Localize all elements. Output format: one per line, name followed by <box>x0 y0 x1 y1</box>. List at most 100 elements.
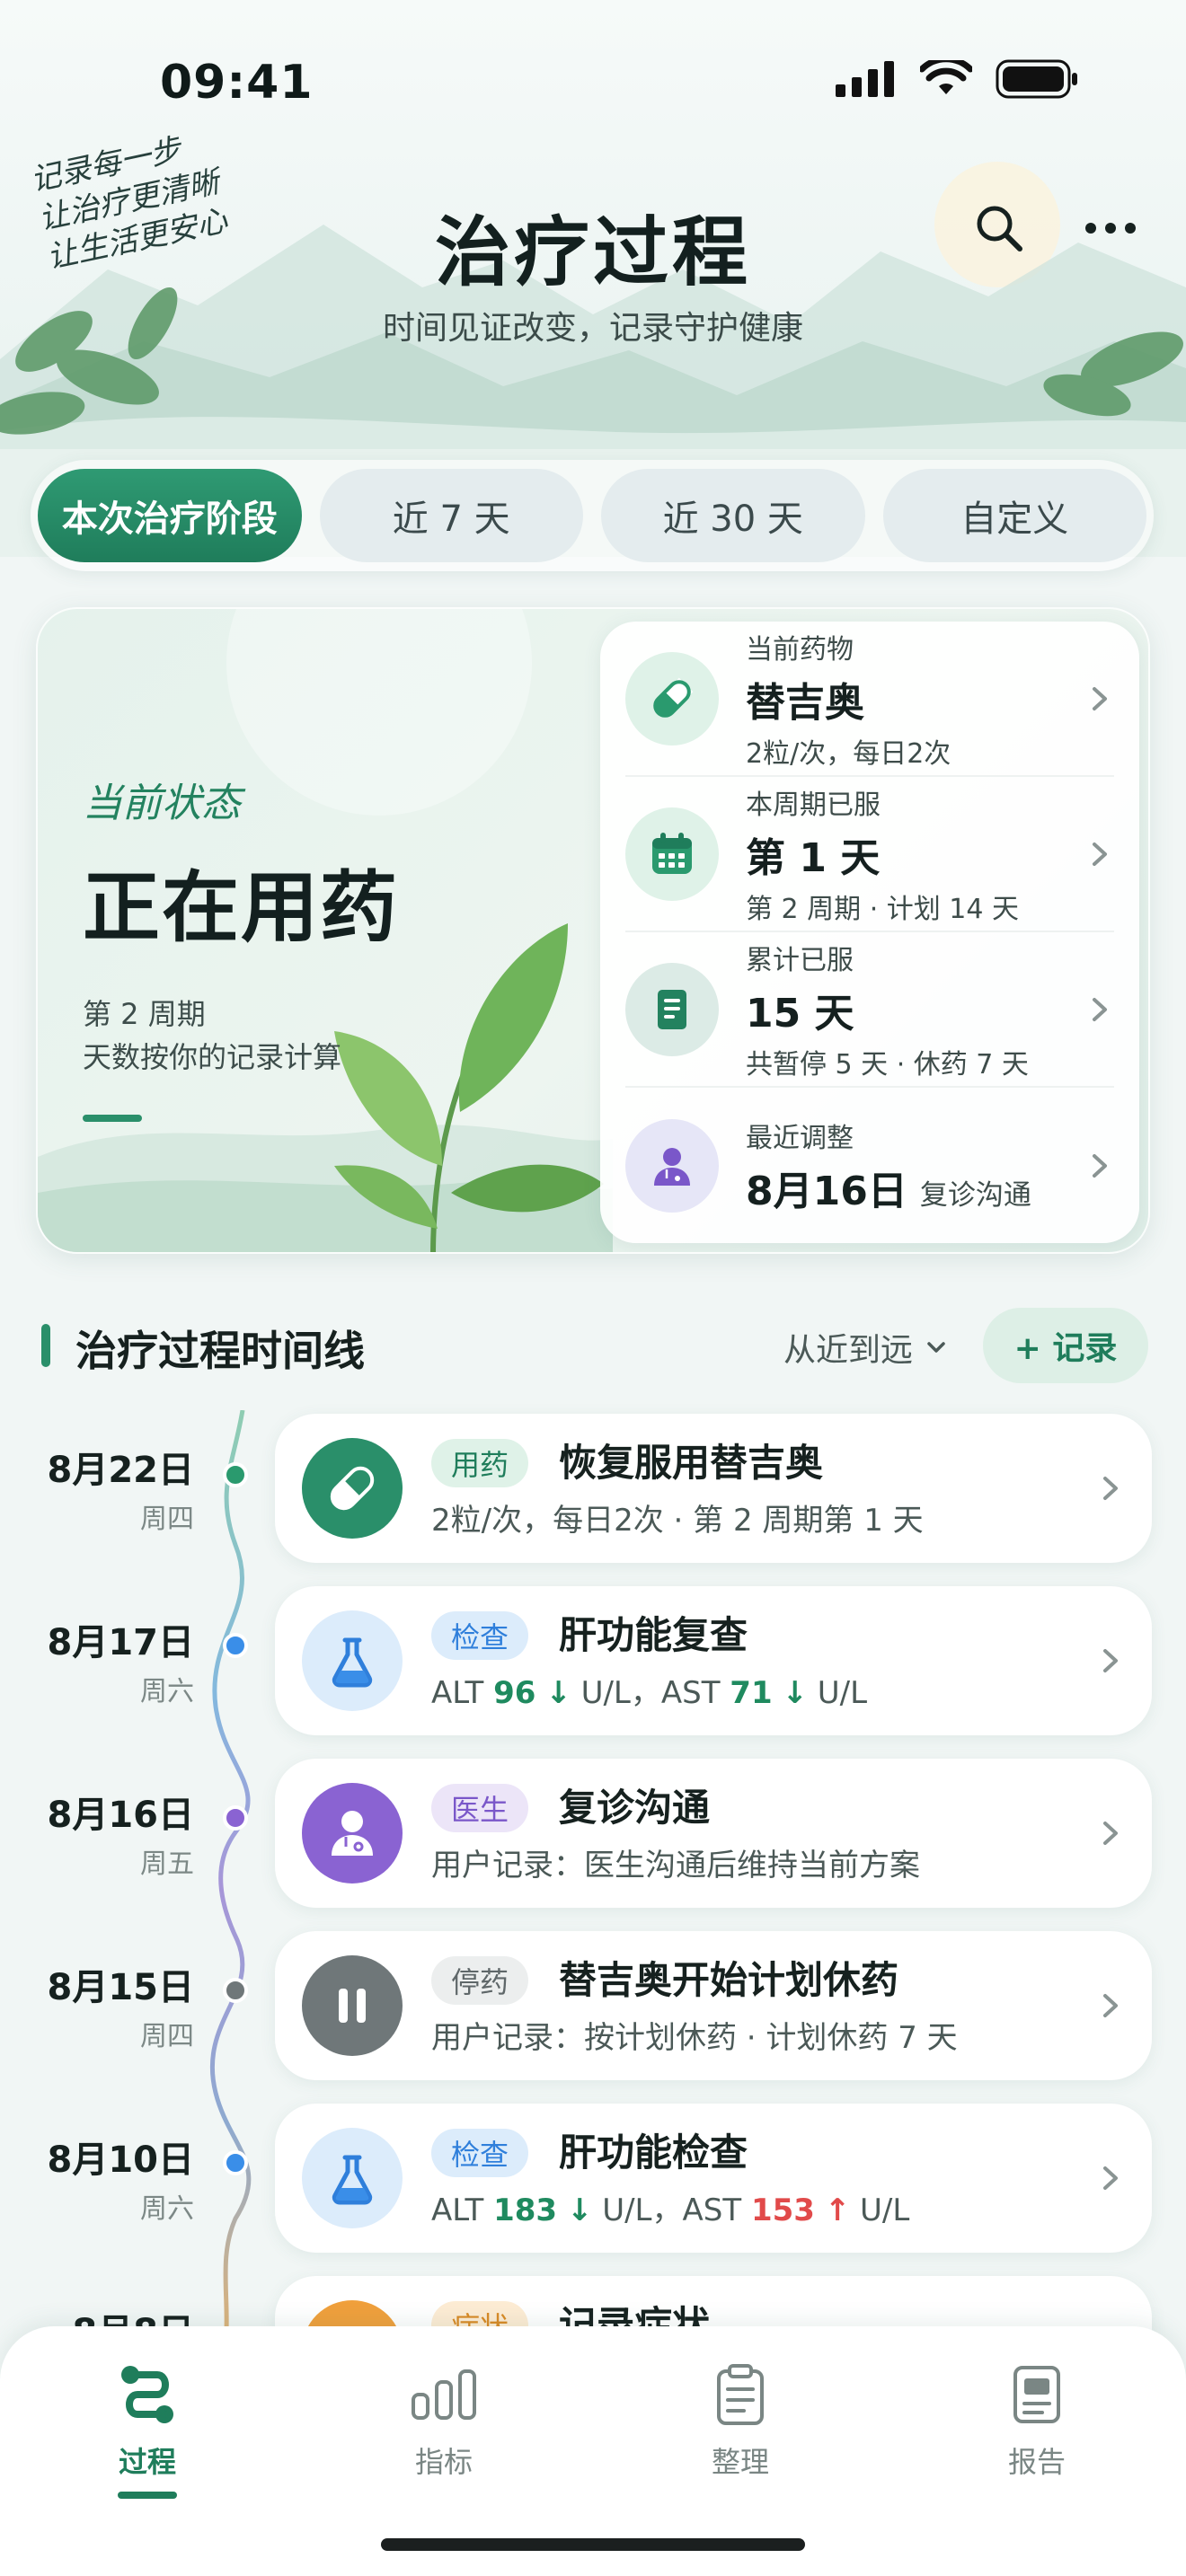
tab-current-phase[interactable]: 本次治疗阶段 <box>38 469 302 562</box>
date-text: 8月10日 <box>47 2139 195 2181</box>
info-value: 15 天 <box>746 990 854 1037</box>
tag-checkup: 检查 <box>431 2129 529 2177</box>
flask-icon <box>332 1637 373 1688</box>
pause-icon-badge <box>302 1955 403 2056</box>
timeline-card-checkup[interactable]: 检查 肝功能复查 ALT 96 ↓ U/L，AST 71 ↓ U/L <box>275 1586 1152 1735</box>
nav-report[interactable]: 报告 <box>947 2359 1127 2481</box>
unit-text: U/L， <box>602 2192 683 2228</box>
capsule-icon <box>330 1466 375 1511</box>
info-label: 累计已服 <box>746 944 854 976</box>
chevron-right-icon <box>1103 1994 1118 2017</box>
more-button[interactable] <box>1075 192 1146 264</box>
notebook-icon <box>658 989 686 1029</box>
chevron-right-icon <box>1093 1153 1107 1178</box>
weekday-text: 周四 <box>140 2021 194 2052</box>
chevron-right-icon <box>1103 1649 1118 1672</box>
tab-7-days[interactable]: 近 7 天 <box>319 469 583 562</box>
event-desc: ALT 183 ↓ U/L，AST 153 ↑ U/L <box>431 2190 909 2231</box>
info-row-last-adjust[interactable]: 最近调整 8月16日 复诊沟通 <box>625 1088 1114 1243</box>
timeline-card-checkup[interactable]: 检查 肝功能检查 ALT 183 ↓ U/L，AST 153 ↑ U/L <box>275 2104 1152 2253</box>
cellular-signal-icon <box>836 61 894 97</box>
add-record-button[interactable]: + 记录 <box>983 1308 1148 1383</box>
date-text: 8月15日 <box>47 1967 195 2008</box>
info-sub: 2粒/次，每日2次 <box>746 737 951 770</box>
info-row-current-drug[interactable]: 当前药物 替吉奥 2粒/次，每日2次 <box>625 622 1114 777</box>
date-text: 8月17日 <box>47 1622 195 1663</box>
doctor-icon-badge <box>302 1783 403 1883</box>
ast-value: 71 <box>730 1675 773 1711</box>
info-label: 本周期已服 <box>746 789 881 821</box>
chevron-right-icon <box>1103 1822 1118 1845</box>
timeline-card-medication[interactable]: 用药 恢复服用替吉奥 2粒/次，每日2次 · 第 2 周期第 1 天 <box>275 1414 1152 1563</box>
adjust-date: 8月16日 <box>746 1168 907 1214</box>
timeline-card-pause[interactable]: 停药 替吉奥开始计划休药 用户记录：按计划休药 · 计划休药 7 天 <box>275 1931 1152 2080</box>
chevron-right-icon <box>1103 1477 1118 1500</box>
event-desc: 用户记录：按计划休药 · 计划休药 7 天 <box>431 2020 958 2056</box>
count-note: 天数按你的记录计算 <box>83 1040 342 1074</box>
info-label: 最近调整 <box>746 1122 854 1154</box>
timeline-connector <box>209 1410 252 2362</box>
home-indicator[interactable] <box>381 2538 805 2551</box>
search-button[interactable] <box>963 192 1035 264</box>
ast-label: AST <box>660 1675 721 1711</box>
adjust-note: 复诊沟通 <box>919 1178 1031 1212</box>
event-title: 复诊沟通 <box>559 1786 711 1830</box>
alt-label: ALT <box>431 2192 484 2228</box>
tag-checkup: 检查 <box>431 1611 529 1660</box>
nav-metrics[interactable]: 指标 <box>354 2359 534 2481</box>
alt-value: 183 <box>493 2192 558 2228</box>
sort-label: 从近到远 <box>783 1332 914 1369</box>
chevron-down-icon <box>927 1342 945 1353</box>
flask-icon-badge <box>302 2128 403 2228</box>
chart-icon <box>408 2359 480 2430</box>
medication-info-panel: 当前药物 替吉奥 2粒/次，每日2次 本周期已服 第 1 天 第 2 周期 · … <box>600 622 1139 1243</box>
timeline-header: 治疗过程时间线 从近到远 + 记录 <box>41 1302 1150 1383</box>
search-icon <box>977 206 1022 251</box>
nav-organize[interactable]: 整理 <box>651 2359 830 2481</box>
info-text: 最近调整 8月16日 复诊沟通 <box>746 1116 1084 1216</box>
info-value: 8月16日 复诊沟通 <box>746 1159 1084 1216</box>
battery-icon <box>996 59 1077 99</box>
chevron-right-icon <box>1093 997 1107 1021</box>
info-row-cycle-days[interactable]: 本周期已服 第 1 天 第 2 周期 · 计划 14 天 <box>625 777 1114 932</box>
info-value: 替吉奥 <box>746 679 864 726</box>
pause-icon <box>339 1989 366 2023</box>
timeline-title: 治疗过程时间线 <box>75 1327 365 1375</box>
weekday-text: 周六 <box>140 2193 194 2225</box>
flask-icon-badge <box>302 1610 403 1711</box>
status-summary: 当前状态 正在用药 第 2 周期 天数按你的记录计算 <box>83 771 399 1122</box>
current-status-card: 当前状态 正在用药 第 2 周期 天数按你的记录计算 当前药物 替吉奥 2粒/次… <box>36 607 1150 1254</box>
status-main: 正在用药 <box>83 862 399 953</box>
sort-dropdown[interactable]: 从近到远 <box>783 1324 949 1371</box>
cycle-label: 第 2 周期 <box>83 997 206 1031</box>
weekday-text: 周五 <box>140 1848 194 1880</box>
timeline-date: 8月22日 周四 <box>32 1441 195 1536</box>
info-row-total-days[interactable]: 累计已服 15 天 共暂停 5 天 · 休药 7 天 <box>625 932 1114 1088</box>
tab-30-days[interactable]: 近 30 天 <box>601 469 865 562</box>
timeline-date: 8月10日 周六 <box>32 2130 195 2226</box>
nav-process[interactable]: 过程 <box>58 2359 237 2499</box>
tag-medication: 用药 <box>431 1439 529 1487</box>
flask-icon <box>332 2155 373 2205</box>
event-title: 替吉奥开始计划休药 <box>559 1958 899 2002</box>
alt-value: 96 <box>493 1675 536 1711</box>
ast-label: AST <box>682 2192 742 2228</box>
timeline-date: 8月15日 周四 <box>32 1958 195 2053</box>
status-time: 09:41 <box>160 56 314 110</box>
report-icon <box>1001 2359 1073 2430</box>
event-desc: 用户记录：医生沟通后维持当前方案 <box>431 1848 920 1883</box>
tab-custom[interactable]: 自定义 <box>882 469 1146 562</box>
capsule-icon-badge <box>302 1438 403 1539</box>
process-icon <box>111 2359 183 2430</box>
chevron-right-icon <box>1093 842 1107 866</box>
info-sub: 共暂停 5 天 · 休药 7 天 <box>746 1048 1029 1081</box>
chevron-right-icon <box>1093 686 1107 710</box>
timeline-card-doctor[interactable]: 医生 复诊沟通 用户记录：医生沟通后维持当前方案 <box>275 1759 1152 1908</box>
arrow-down-icon: ↓ <box>566 2192 593 2228</box>
info-text: 本周期已服 第 1 天 第 2 周期 · 计划 14 天 <box>746 782 1084 926</box>
timeline-date: 8月17日 周六 <box>32 1613 195 1708</box>
tag-doctor: 医生 <box>431 1784 529 1832</box>
status-icons <box>836 59 1078 99</box>
nav-label: 指标 <box>414 2445 473 2479</box>
arrow-down-icon: ↓ <box>782 1675 808 1711</box>
